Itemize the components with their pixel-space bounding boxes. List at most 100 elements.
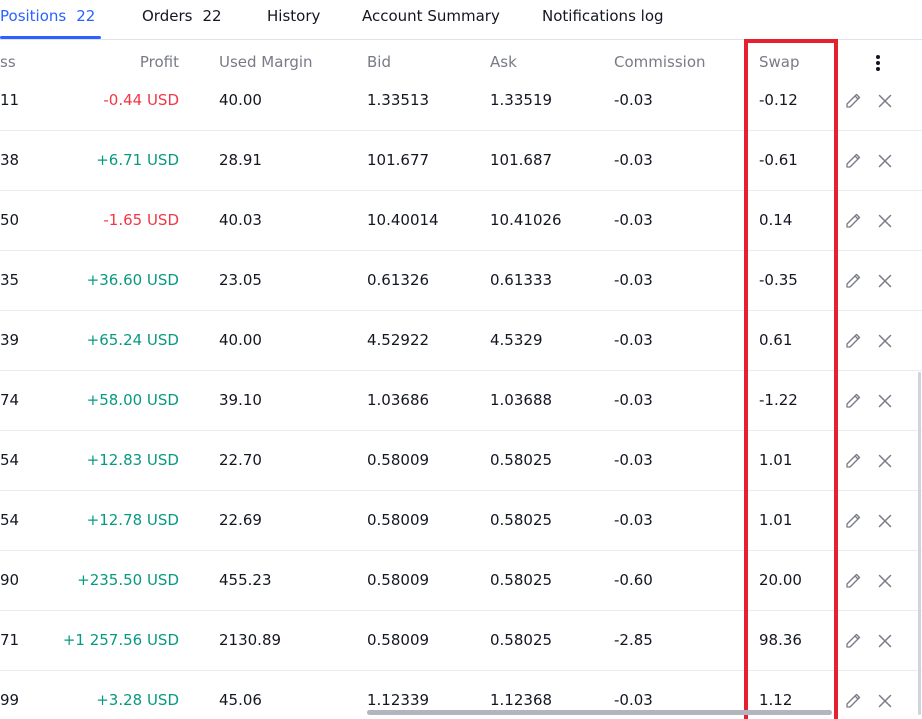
cell-profit: +1 257.56 USD [62, 631, 179, 649]
cell-loss: 54 [0, 511, 20, 529]
cell-swap: -1.22 [759, 391, 798, 409]
tab-account-summary[interactable]: Account Summary [362, 0, 500, 40]
table-row[interactable]: 50 -1.65 USD 40.03 10.40014 10.41026 -0.03 0.1… [0, 191, 922, 251]
table-row[interactable]: 38 +6.71 USD 28.91 101.677 101.687 -0.03 -0.61 [0, 131, 922, 191]
cell-bid: 101.677 [367, 151, 430, 169]
cell-ask: 0.58025 [490, 571, 553, 589]
cell-profit: +12.83 USD [86, 451, 179, 469]
tab-history-label: History [267, 7, 321, 25]
close-icon[interactable] [873, 671, 897, 715]
close-icon[interactable] [873, 551, 897, 610]
tab-orders-label: Orders [142, 7, 193, 25]
cell-used-margin: 22.69 [219, 511, 262, 529]
cell-used-margin: 40.00 [219, 91, 262, 109]
cell-profit: +65.24 USD [86, 331, 179, 349]
cell-commission: -0.60 [614, 571, 653, 589]
pencil-icon[interactable] [841, 431, 865, 490]
cell-used-margin: 455.23 [219, 571, 272, 589]
cell-ask: 4.5329 [490, 331, 543, 349]
horizontal-scrollbar[interactable] [367, 710, 832, 715]
close-icon[interactable] [873, 491, 897, 550]
pencil-icon[interactable] [841, 371, 865, 430]
table-row[interactable]: 54 +12.83 USD 22.70 0.58009 0.58025 -0.03 1.01 [0, 431, 922, 491]
close-icon[interactable] [873, 611, 897, 670]
cell-swap: 1.01 [759, 451, 793, 469]
cell-used-margin: 28.91 [219, 151, 262, 169]
cell-profit: +12.78 USD [86, 511, 179, 529]
cell-commission: -0.03 [614, 391, 653, 409]
tab-orders-count: 22 [202, 7, 222, 25]
cell-loss: 99 [0, 691, 20, 709]
cell-used-margin: 22.70 [219, 451, 262, 469]
close-icon[interactable] [873, 431, 897, 490]
table-row[interactable]: 90 +235.50 USD 455.23 0.58009 0.58025 -0.60 20… [0, 551, 922, 611]
table-row[interactable]: 71 +1 257.56 USD 2130.89 0.58009 0.58025 -2.8… [0, 611, 922, 671]
cell-bid: 1.33513 [367, 91, 430, 109]
pencil-icon[interactable] [841, 671, 865, 715]
tab-history[interactable]: History [267, 0, 320, 40]
cell-used-margin: 40.00 [219, 331, 262, 349]
cell-loss: 74 [0, 391, 20, 409]
cell-used-margin: 45.06 [219, 691, 262, 709]
pencil-icon[interactable] [841, 191, 865, 250]
cell-bid: 0.58009 [367, 571, 430, 589]
pencil-icon[interactable] [841, 491, 865, 550]
table-row[interactable]: 11 -0.44 USD 40.00 1.33513 1.33519 -0.03 -0.12 [0, 71, 922, 131]
vertical-scrollbar[interactable] [918, 372, 921, 715]
cell-swap: 98.36 [759, 631, 802, 649]
cell-ask: 1.12368 [490, 691, 553, 709]
pencil-icon[interactable] [841, 251, 865, 310]
cell-swap: -0.12 [759, 91, 798, 109]
cell-used-margin: 39.10 [219, 391, 262, 409]
close-icon[interactable] [873, 371, 897, 430]
close-icon[interactable] [873, 191, 897, 250]
cell-bid: 1.03686 [367, 391, 430, 409]
tab-positions-count: 22 [76, 7, 96, 25]
cell-swap: -0.61 [759, 151, 798, 169]
cell-ask: 1.33519 [490, 91, 553, 109]
pencil-icon[interactable] [841, 71, 865, 130]
table-row[interactable]: 54 +12.78 USD 22.69 0.58009 0.58025 -0.03 1.01 [0, 491, 922, 551]
close-icon[interactable] [873, 131, 897, 190]
cell-bid: 4.52922 [367, 331, 430, 349]
cell-swap: 1.01 [759, 511, 793, 529]
cell-commission: -0.03 [614, 271, 653, 289]
cell-commission: -0.03 [614, 331, 653, 349]
cell-bid: 0.58009 [367, 631, 430, 649]
cell-profit: +235.50 USD [77, 571, 179, 589]
cell-commission: -0.03 [614, 511, 653, 529]
tab-orders[interactable]: Orders 22 [142, 0, 222, 40]
cell-ask: 10.41026 [490, 211, 562, 229]
tab-bar: Positions 22 Orders 22 History Account Sum… [0, 0, 922, 40]
cell-swap: -0.35 [759, 271, 798, 289]
cell-bid: 0.58009 [367, 451, 430, 469]
cell-commission: -0.03 [614, 451, 653, 469]
cell-commission: -0.03 [614, 211, 653, 229]
cell-swap: 1.12 [759, 691, 793, 709]
cell-commission: -2.85 [614, 631, 653, 649]
tab-positions[interactable]: Positions 22 [0, 0, 95, 40]
cell-ask: 101.687 [490, 151, 553, 169]
pencil-icon[interactable] [841, 131, 865, 190]
table-row[interactable]: 99 +3.28 USD 45.06 1.12339 1.12368 -0.03 1.12 [0, 671, 922, 715]
pencil-icon[interactable] [841, 311, 865, 370]
cell-loss: 39 [0, 331, 20, 349]
cell-loss: 71 [0, 631, 20, 649]
pencil-icon[interactable] [841, 551, 865, 610]
close-icon[interactable] [873, 71, 897, 130]
cell-swap: 20.00 [759, 571, 802, 589]
close-icon[interactable] [873, 251, 897, 310]
cell-ask: 0.58025 [490, 631, 553, 649]
cell-profit: +3.28 USD [96, 691, 179, 709]
cell-ask: 1.03688 [490, 391, 553, 409]
close-icon[interactable] [873, 311, 897, 370]
table-row[interactable]: 74 +58.00 USD 39.10 1.03686 1.03688 -0.03 -1.2… [0, 371, 922, 431]
table-row[interactable]: 35 +36.60 USD 23.05 0.61326 0.61333 -0.03 -0.3… [0, 251, 922, 311]
pencil-icon[interactable] [841, 611, 865, 670]
table-row[interactable]: 39 +65.24 USD 40.00 4.52922 4.5329 -0.03 0.61 [0, 311, 922, 371]
cell-profit: -1.65 USD [103, 211, 179, 229]
cell-bid: 1.12339 [367, 691, 430, 709]
tab-account-summary-label: Account Summary [362, 7, 500, 25]
cell-profit: -0.44 USD [103, 91, 179, 109]
tab-notifications-log[interactable]: Notifications log [542, 0, 664, 40]
